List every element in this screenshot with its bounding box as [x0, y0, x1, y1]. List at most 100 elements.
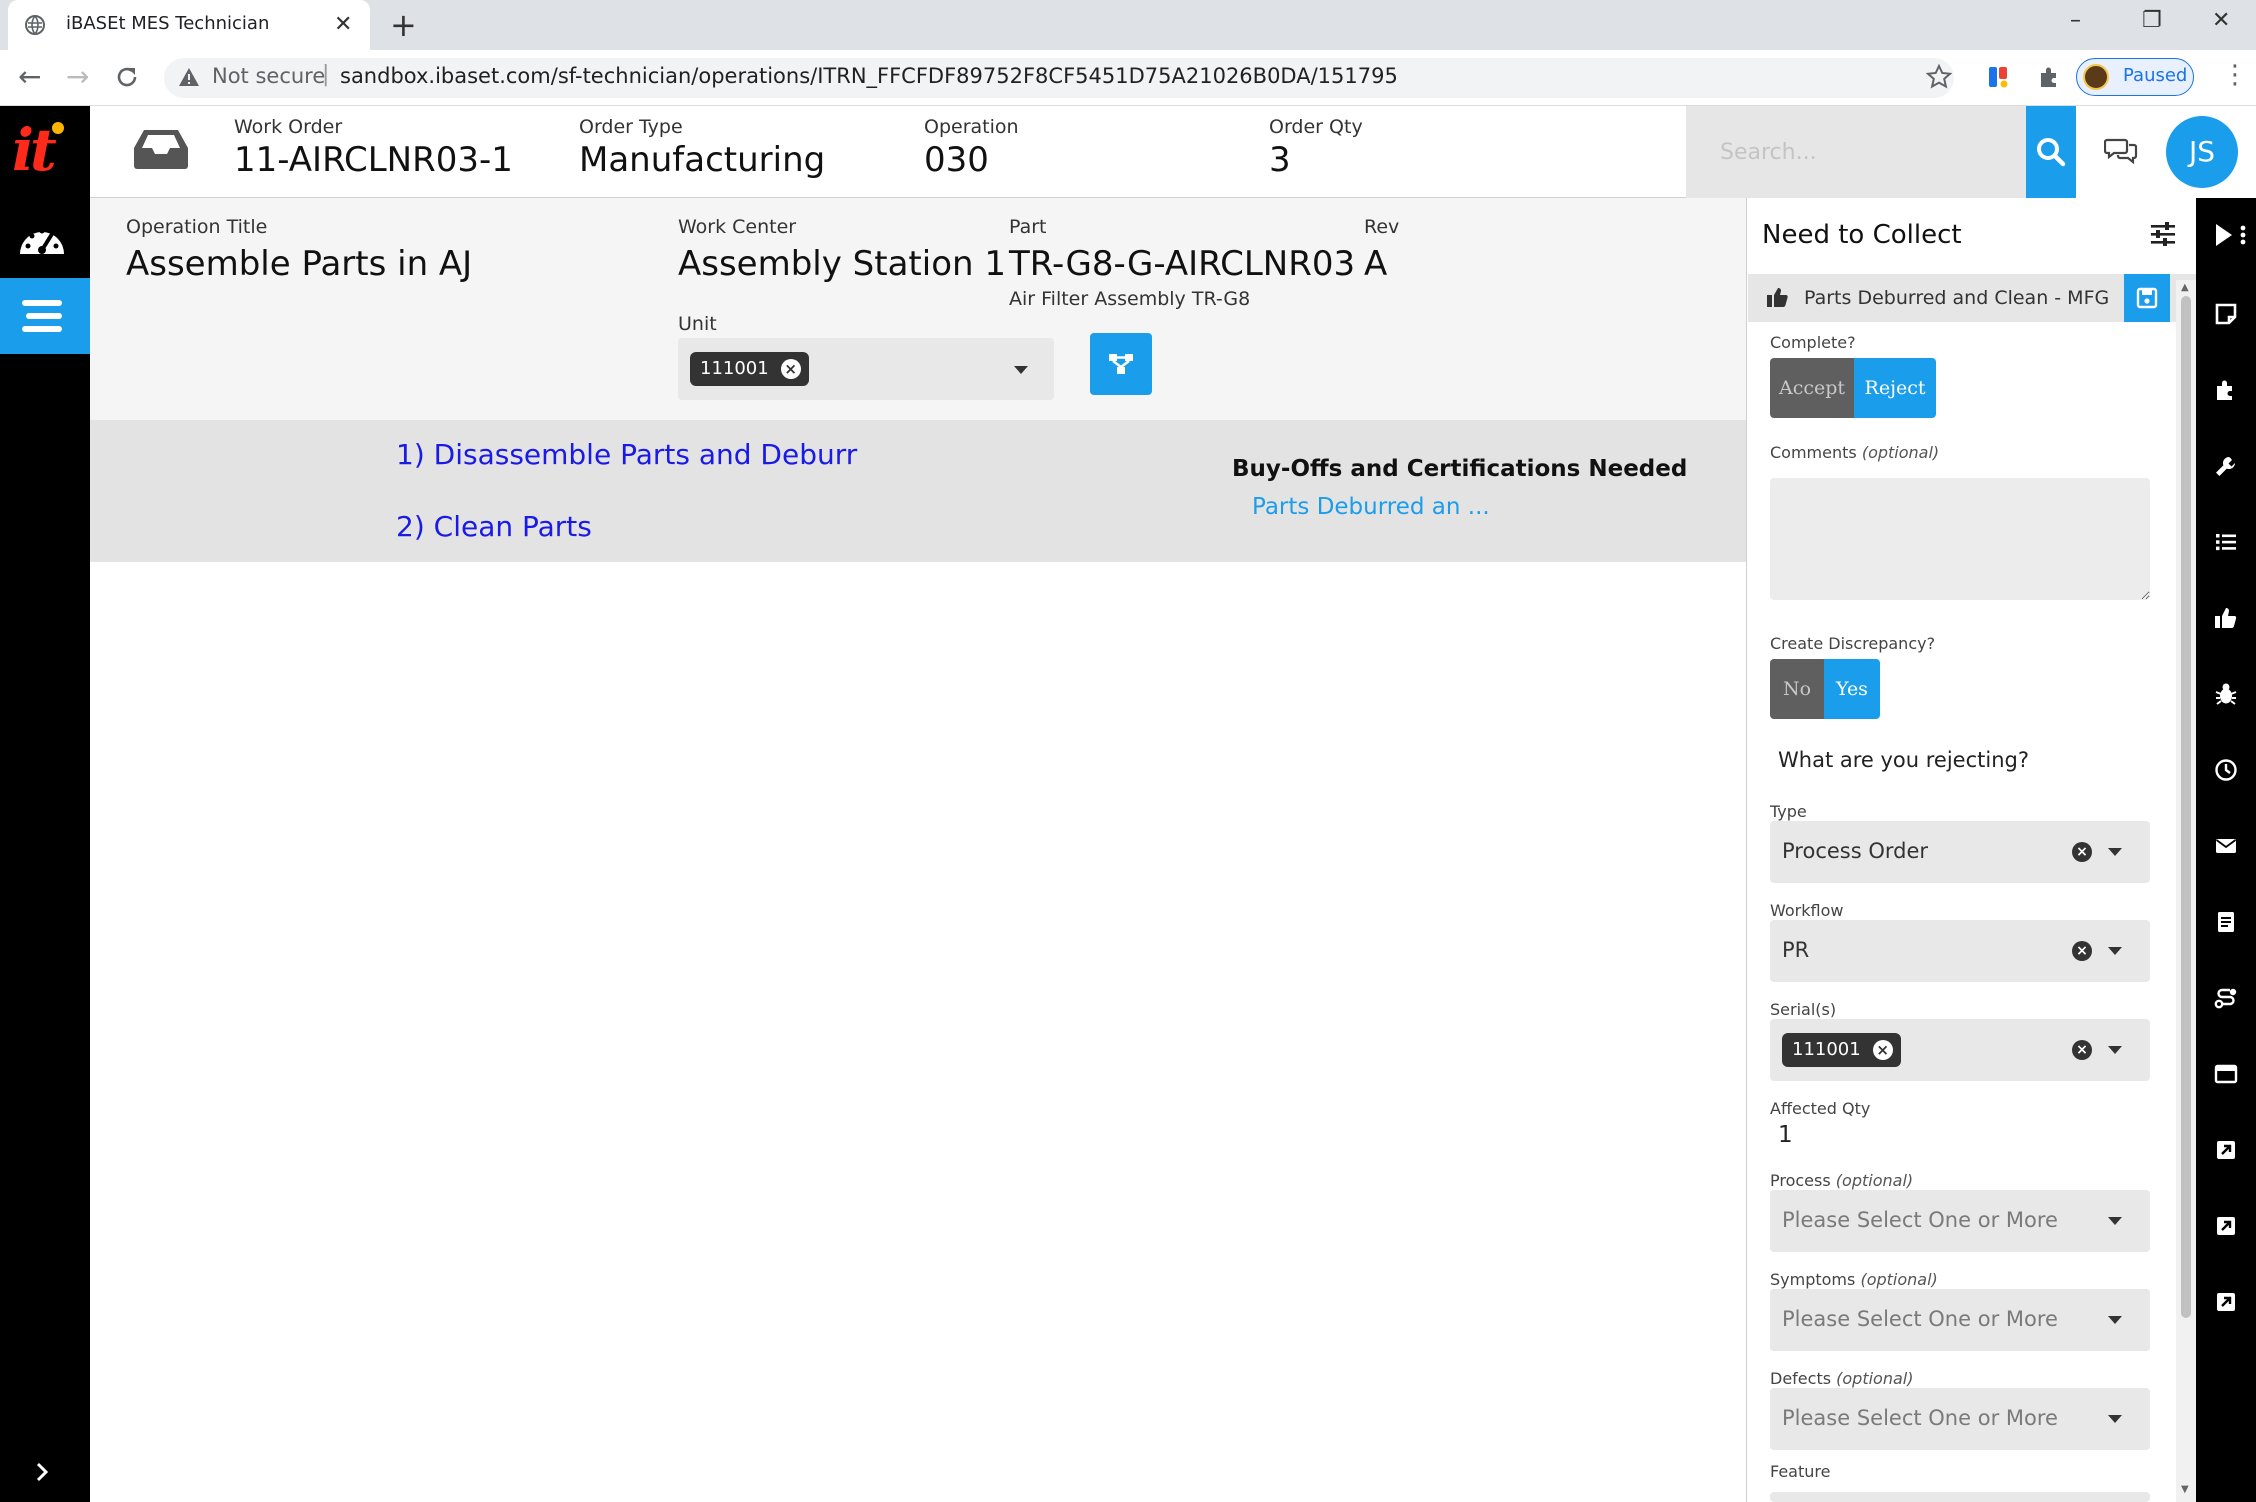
hierarchy-button[interactable] [1090, 333, 1152, 395]
scrollbar-thumb[interactable] [2181, 296, 2191, 1318]
search-box [1686, 106, 2026, 198]
defects-select[interactable]: Please Select One or More [1770, 1388, 2150, 1450]
accept-button[interactable]: Accept [1770, 358, 1854, 418]
sliders-icon[interactable] [2150, 222, 2176, 246]
external-link-icon[interactable] [2214, 1138, 2238, 1162]
workflow-select[interactable]: PR × [1770, 920, 2150, 982]
chip-remove-icon[interactable]: × [1872, 1040, 1893, 1060]
search-input[interactable] [1686, 106, 2026, 198]
profile-button[interactable]: Paused [2076, 58, 2194, 96]
reload-icon[interactable] [114, 64, 140, 90]
extension-icon[interactable] [1986, 64, 2012, 90]
search-button[interactable] [2026, 106, 2076, 198]
defects-label-text: Defects [1770, 1369, 1832, 1388]
warning-icon[interactable] [178, 66, 200, 88]
process-placeholder: Please Select One or More [1782, 1208, 2058, 1232]
scroll-down-icon[interactable]: ▼ [2181, 1484, 2189, 1495]
sticky-note-icon[interactable] [2214, 302, 2238, 326]
comments-label: Comments (optional) [1770, 443, 1939, 462]
security-status[interactable]: Not secure [212, 64, 325, 88]
unit-label: Unit [678, 313, 717, 335]
clear-icon[interactable]: × [2072, 842, 2092, 862]
minimize-button[interactable]: – [2070, 8, 2081, 33]
chip-remove-icon[interactable]: × [780, 359, 801, 379]
symptoms-placeholder: Please Select One or More [1782, 1307, 2058, 1331]
menu-hamburger-button[interactable] [0, 278, 90, 354]
thumbs-up-icon[interactable] [2214, 606, 2238, 630]
process-select[interactable]: Please Select One or More [1770, 1190, 2150, 1252]
chevron-down-icon[interactable] [2108, 1046, 2122, 1054]
dashboard-gauge-icon[interactable] [16, 216, 68, 260]
order-type-value: Manufacturing [579, 140, 826, 180]
unit-select[interactable]: 111001 × [678, 338, 1054, 400]
url-text[interactable]: sandbox.ibaset.com/sf-technician/operati… [340, 64, 1398, 88]
process-label-text: Process [1770, 1171, 1831, 1190]
chevron-down-icon[interactable] [2108, 1217, 2122, 1225]
window-icon[interactable] [2214, 1062, 2238, 1086]
window-close-button[interactable]: ✕ [2212, 8, 2230, 33]
work-center-value: Assembly Station 1 [678, 244, 1006, 284]
operation-value: 030 [924, 140, 989, 180]
play-icon[interactable] [2214, 222, 2250, 248]
external-link-icon[interactable] [2214, 1290, 2238, 1314]
step-link[interactable]: 1) Disassemble Parts and Deburr [396, 438, 857, 471]
profile-avatar [2083, 64, 2109, 90]
wrench-icon[interactable] [2214, 454, 2238, 478]
restore-button[interactable]: ❐ [2142, 8, 2162, 33]
route-icon[interactable] [2214, 986, 2238, 1010]
list-icon[interactable] [2214, 530, 2238, 554]
document-icon[interactable] [2214, 910, 2238, 934]
envelope-icon[interactable] [2214, 834, 2238, 858]
serials-label: Serial(s) [1770, 1000, 1837, 1019]
serials-select[interactable]: 111001 × × [1770, 1019, 2150, 1081]
rejecting-question: What are you rejecting? [1778, 748, 2029, 772]
logo-dot [52, 122, 64, 134]
affected-qty-value[interactable]: 1 [1778, 1122, 1793, 1148]
chevron-down-icon[interactable] [2108, 947, 2122, 955]
yes-button[interactable]: Yes [1824, 659, 1880, 719]
step-link[interactable]: 2) Clean Parts [396, 510, 592, 543]
app-logo[interactable]: it [12, 116, 57, 184]
buyoff-link[interactable]: Parts Deburred an ... [1252, 494, 1490, 520]
chevron-right-icon[interactable] [30, 1460, 54, 1484]
defects-label: Defects (optional) [1770, 1369, 1913, 1388]
browser-menu-icon[interactable]: ⋮ [2222, 60, 2248, 90]
clear-icon[interactable]: × [2072, 941, 2092, 961]
bug-icon[interactable] [2214, 682, 2238, 706]
chevron-down-icon[interactable] [2108, 848, 2122, 856]
external-link-icon[interactable] [2214, 1214, 2238, 1238]
bookmark-star-icon[interactable] [1926, 64, 1952, 90]
url-separator: | [322, 62, 330, 87]
reject-button[interactable]: Reject [1854, 358, 1936, 418]
discrepancy-label: Create Discrepancy? [1770, 634, 1936, 653]
complete-toggle: Accept Reject [1770, 358, 1936, 418]
chevron-down-icon[interactable] [1014, 366, 1028, 374]
symptoms-select[interactable]: Please Select One or More [1770, 1289, 2150, 1351]
optional-tag: (optional) [1836, 1369, 1914, 1388]
serial-chip: 111001 × [1782, 1033, 1901, 1067]
puzzle-icon[interactable] [2214, 378, 2238, 402]
symptoms-label: Symptoms (optional) [1770, 1270, 1938, 1289]
clock-icon[interactable] [2214, 758, 2238, 782]
tab-close-icon[interactable]: ✕ [334, 12, 352, 37]
puzzle-icon[interactable] [2036, 64, 2062, 90]
chevron-down-icon[interactable] [2108, 1316, 2122, 1324]
chevron-down-icon[interactable] [2108, 1415, 2122, 1423]
comments-field[interactable] [1770, 478, 2150, 600]
new-tab-button[interactable]: + [390, 6, 417, 44]
inbox-icon[interactable] [132, 128, 190, 170]
work-order-value: 11-AIRCLNR03-1 [234, 140, 513, 180]
operation-label: Operation [924, 116, 1019, 138]
user-avatar[interactable]: JS [2166, 116, 2238, 188]
save-icon[interactable] [2124, 274, 2170, 322]
rev-value: A [1364, 244, 1388, 284]
order-qty-label: Order Qty [1269, 116, 1363, 138]
forward-icon[interactable]: → [66, 60, 89, 93]
feature-select[interactable] [1770, 1492, 2150, 1502]
no-button[interactable]: No [1770, 659, 1824, 719]
type-select[interactable]: Process Order × [1770, 821, 2150, 883]
back-icon[interactable]: ← [18, 60, 41, 93]
clear-icon[interactable]: × [2072, 1040, 2092, 1060]
chat-icon[interactable] [2104, 136, 2138, 166]
scroll-up-icon[interactable]: ▲ [2181, 282, 2189, 293]
